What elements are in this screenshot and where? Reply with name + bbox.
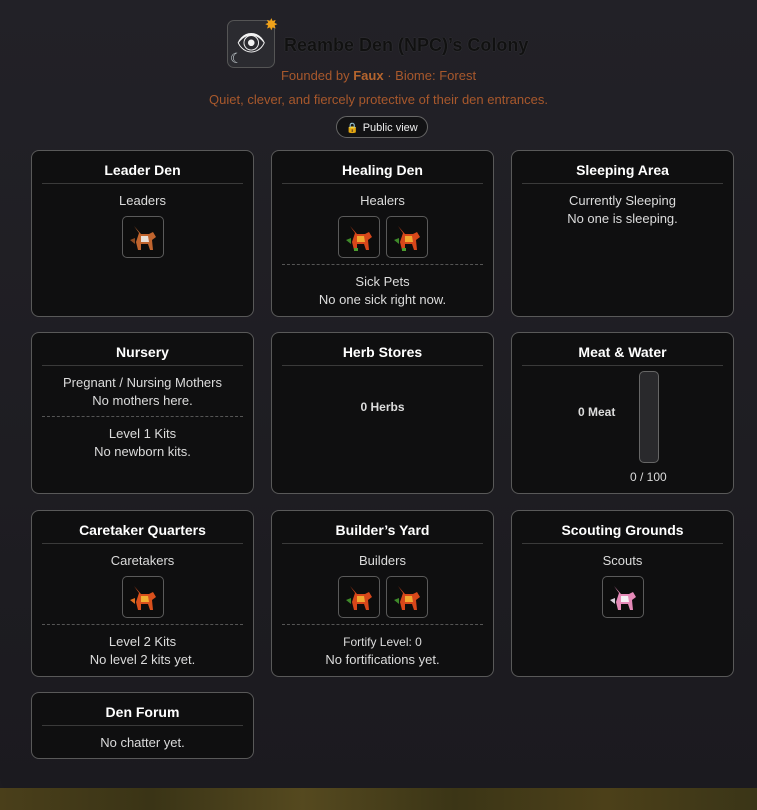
caretakers-list: [32, 576, 253, 618]
caretakers-label: Caretakers: [110, 553, 175, 568]
founded-prefix: Founded by: [280, 68, 350, 83]
section-divider: [282, 264, 483, 265]
sick-pets-empty: No one sick right now.: [318, 292, 447, 307]
leader-den-title: Leader Den: [42, 151, 243, 184]
section-divider: [282, 624, 483, 625]
fox-icon: [393, 226, 420, 251]
leaders-list: [32, 216, 253, 258]
sleeping-area-title: Sleeping Area: [522, 151, 723, 184]
ground-strip: [0, 788, 757, 810]
sleeping-area-card: Sleeping Area Currently Sleeping No one …: [511, 150, 734, 317]
founder-link[interactable]: Faux: [353, 68, 383, 83]
builders-label: Builders: [359, 553, 406, 568]
fortify-level: Fortify Level: 0: [343, 635, 422, 649]
sick-pets-label: Sick Pets: [355, 274, 410, 289]
scouting-title: Scouting Grounds: [522, 511, 723, 544]
biome-text: · Biome: Forest: [387, 68, 477, 83]
den-forum-card[interactable]: Den Forum No chatter yet.: [31, 692, 254, 759]
moon-icon: ☾: [230, 50, 243, 66]
leader-pet[interactable]: [121, 216, 164, 258]
leaders-label: Leaders: [119, 193, 166, 208]
founded-line: Founded by Faux · Biome: Forest: [0, 68, 757, 83]
colony-tagline: Quiet, clever, and fiercely protective o…: [209, 92, 548, 107]
healer-pet[interactable]: [385, 216, 428, 258]
builders-yard-title: Builder’s Yard: [282, 511, 483, 544]
builder-pet[interactable]: [385, 576, 428, 618]
section-divider: [42, 624, 243, 625]
meat-capacity-bar: [639, 371, 659, 463]
herb-count: 0 Herbs: [360, 400, 405, 414]
den-forum-empty: No chatter yet.: [100, 735, 185, 750]
colony-title: Reambe Den (NPC)’s Colony: [284, 35, 529, 55]
caretaker-pet[interactable]: [121, 576, 164, 618]
nursery-title: Nursery: [42, 333, 243, 366]
mothers-label: Pregnant / Nursing Mothers: [63, 375, 222, 390]
fox-icon: [345, 226, 372, 251]
herb-stores-card: Herb Stores 0 Herbs: [271, 332, 494, 494]
sleeping-label: Currently Sleeping: [569, 193, 676, 208]
lock-icon: 🔒: [346, 123, 359, 134]
level1-kits-empty: No newborn kits.: [94, 444, 191, 459]
meat-water-title: Meat & Water: [522, 333, 723, 366]
scouts-list: [512, 576, 733, 618]
section-divider: [42, 416, 243, 417]
fox-icon: [345, 586, 372, 610]
nursery-card: Nursery Pregnant / Nursing Mothers No mo…: [31, 332, 254, 494]
colony-header: 👁 ✸ ☾ Reambe Den (NPC)’s Colony Founded …: [0, 0, 757, 145]
fox-icon: [129, 586, 156, 610]
level1-kits-label: Level 1 Kits: [108, 426, 177, 441]
healing-den-card: Healing Den Healers Sick Pets No one sic…: [271, 150, 494, 317]
sleeping-empty: No one is sleeping.: [567, 211, 678, 226]
fox-icon: [393, 586, 420, 610]
leader-den-card: Leader Den Leaders: [31, 150, 254, 317]
scouting-grounds-card: Scouting Grounds Scouts: [511, 510, 734, 677]
colony-logo: 👁 ✸ ☾: [227, 17, 278, 68]
public-view-button[interactable]: 🔒 Public view: [336, 116, 428, 138]
healers-label: Healers: [360, 193, 405, 208]
builders-list: [272, 576, 493, 618]
fox-icon: [609, 586, 636, 610]
level2-kits-label: Level 2 Kits: [108, 634, 177, 649]
meat-capacity-text: 0 / 100: [630, 470, 667, 484]
healers-list: [272, 216, 493, 258]
scouts-label: Scouts: [602, 553, 643, 568]
level2-kits-empty: No level 2 kits yet.: [89, 652, 196, 667]
fox-icon: [129, 226, 156, 250]
herb-stores-title: Herb Stores: [282, 333, 483, 366]
den-forum-title: Den Forum: [42, 693, 243, 726]
builder-pet[interactable]: [337, 576, 380, 618]
caretaker-title: Caretaker Quarters: [42, 511, 243, 544]
builders-yard-card: Builder’s Yard Builders Fortify Level: 0…: [271, 510, 494, 677]
healing-den-title: Healing Den: [282, 151, 483, 184]
mothers-empty: No mothers here.: [92, 393, 193, 408]
meat-water-card: Meat & Water 0 Meat 0 / 100: [511, 332, 734, 494]
healer-pet[interactable]: [337, 216, 380, 258]
public-view-label: Public view: [362, 122, 418, 134]
fortify-empty: No fortifications yet.: [325, 652, 440, 667]
meat-count: 0 Meat: [578, 405, 616, 419]
caretaker-quarters-card: Caretaker Quarters Caretakers Level 2 Ki…: [31, 510, 254, 677]
sun-icon: ✸: [264, 17, 278, 34]
scout-pet[interactable]: [601, 576, 644, 618]
